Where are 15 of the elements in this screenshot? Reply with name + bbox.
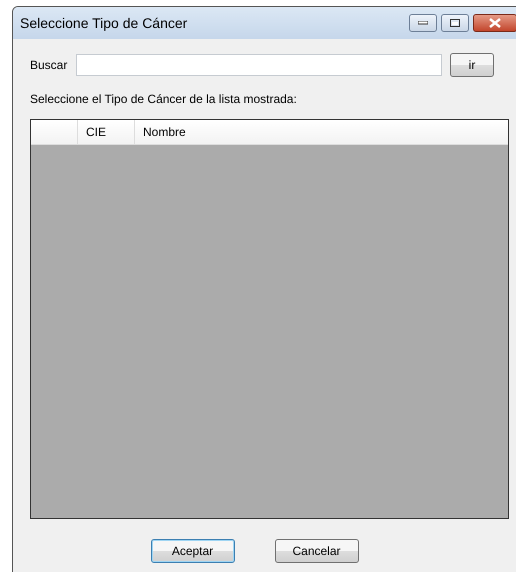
minimize-icon	[418, 21, 428, 25]
column-header[interactable]: CIE	[78, 120, 135, 144]
maximize-button[interactable]	[441, 14, 469, 32]
maximize-icon	[450, 19, 460, 27]
column-header[interactable]: Nombre	[135, 120, 508, 144]
instruction-text: Seleccione el Tipo de Cáncer de la lista mostrada:	[30, 92, 298, 106]
search-field[interactable]	[76, 54, 442, 76]
close-icon	[489, 18, 501, 28]
close-button[interactable]	[473, 14, 516, 32]
search-label: Buscar	[30, 58, 68, 72]
minimize-button[interactable]	[409, 14, 437, 32]
accept-button[interactable]: Aceptar	[150, 539, 234, 563]
cancel-button[interactable]: Cancelar	[274, 539, 358, 563]
window-title: Seleccione Tipo de Cáncer	[20, 15, 188, 31]
go-button[interactable]: ir	[450, 53, 494, 77]
